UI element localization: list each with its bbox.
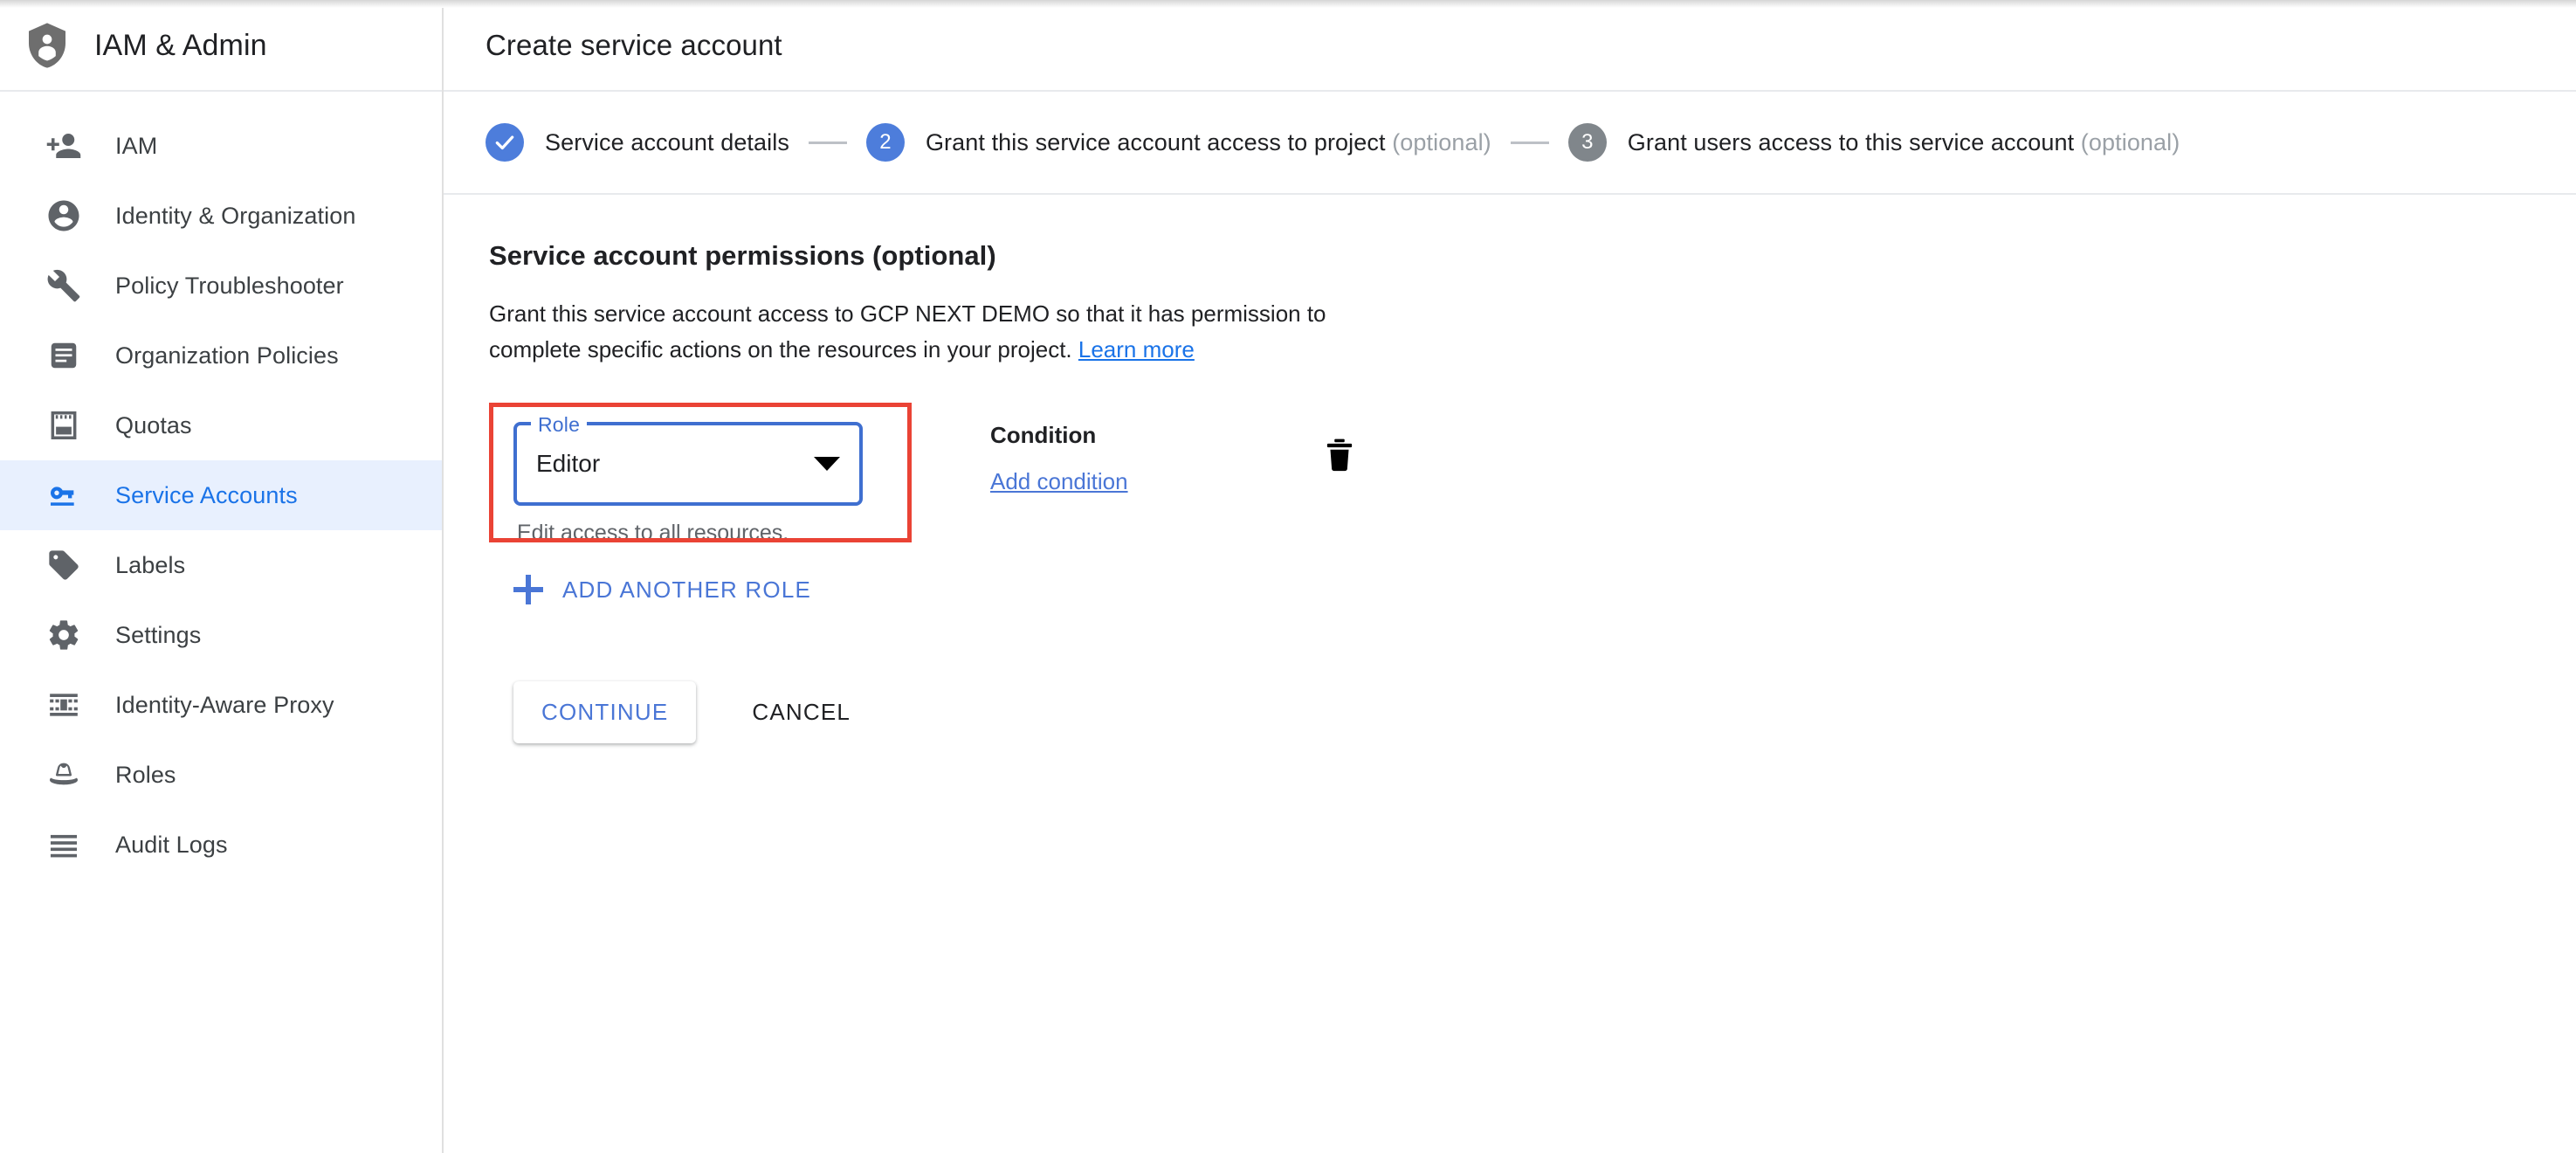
trash-icon[interactable] <box>1322 436 1357 476</box>
continue-button[interactable]: CONTINUE <box>513 681 697 743</box>
sidebar-item-organization-policies[interactable]: Organization Policies <box>0 321 442 390</box>
shield-person-icon <box>23 21 72 70</box>
role-select-label: Role <box>531 411 588 438</box>
section-description: Grant this service account access to GCP… <box>489 296 1353 368</box>
sidebar-item-label: Identity & Organization <box>115 202 356 229</box>
step-3-number: 3 <box>1567 123 1607 162</box>
step-separator-1 <box>808 141 847 144</box>
app-root: IAM & Admin IAM Identity & Organization <box>0 0 2576 1153</box>
sidebar-item-quotas[interactable]: Quotas <box>0 390 442 460</box>
step-1-check-icon <box>486 123 524 162</box>
sidebar-item-label: IAM <box>115 132 158 159</box>
section-description-text: Grant this service account access to GCP… <box>489 300 1326 362</box>
role-row: Role Editor Edit access to all resources… <box>489 403 2576 547</box>
sidebar-item-label: Service Accounts <box>115 481 298 508</box>
sidebar-item-label: Settings <box>115 621 202 648</box>
sidebar-nav: IAM Identity & Organization Policy Troub… <box>0 92 442 880</box>
delete-column <box>1287 403 1357 476</box>
sidebar-item-service-accounts[interactable]: Service Accounts <box>0 460 442 530</box>
sidebar: IAM & Admin IAM Identity & Organization <box>0 0 444 1153</box>
lines-icon <box>45 826 82 863</box>
sidebar-item-label: Policy Troubleshooter <box>115 272 344 299</box>
sidebar-item-label: Quotas <box>115 411 192 438</box>
add-condition-link[interactable]: Add condition <box>990 468 1128 494</box>
chevron-down-icon[interactable] <box>814 457 840 471</box>
step-1-label: Service account details <box>545 128 789 155</box>
condition-label: Condition <box>990 422 1097 448</box>
add-another-role-label: ADD ANOTHER ROLE <box>562 576 812 603</box>
main-content: Create service account Service account d… <box>444 0 2576 1153</box>
condition-column: Condition Add condition <box>912 403 1287 495</box>
page-header: Create service account <box>444 0 2576 92</box>
sidebar-item-label: Audit Logs <box>115 831 228 858</box>
add-another-role-button[interactable]: ADD ANOTHER ROLE <box>513 566 811 613</box>
role-field: Role Editor Edit access to all resources… <box>489 403 912 546</box>
gear-icon <box>45 617 82 653</box>
step-1[interactable]: Service account details <box>486 123 789 162</box>
sidebar-item-label: Roles <box>115 761 176 788</box>
role-helper-text: Edit access to all resources. <box>517 521 789 545</box>
step-2[interactable]: 2 Grant this service account access to p… <box>865 123 1491 162</box>
account-circle-icon <box>45 197 82 234</box>
person-add-icon <box>45 128 82 164</box>
role-select-value: Editor <box>536 450 601 477</box>
sidebar-item-identity-aware-proxy[interactable]: Identity-Aware Proxy <box>0 670 442 740</box>
permissions-section: Service account permissions (optional) G… <box>444 195 2576 743</box>
wrench-icon <box>45 267 82 304</box>
sidebar-item-label: Labels <box>115 551 186 578</box>
section-title: Service account permissions (optional) <box>489 240 996 271</box>
plus-icon <box>513 575 543 604</box>
step-2-number: 2 <box>865 123 905 162</box>
sidebar-item-labels[interactable]: Labels <box>0 530 442 600</box>
role-select[interactable]: Role Editor <box>513 411 863 506</box>
sidebar-item-iam[interactable]: IAM <box>0 111 442 181</box>
stepper: Service account details 2 Grant this ser… <box>444 92 2576 195</box>
step-3-optional: (optional) <box>2080 128 2180 155</box>
key-icon <box>45 477 82 514</box>
step-separator-2 <box>1510 141 1549 144</box>
step-2-label: Grant this service account access to pro… <box>926 129 1491 156</box>
step-2-text: Grant this service account access to pro… <box>925 128 1386 155</box>
fedora-hat-icon <box>45 756 82 793</box>
step-2-optional: (optional) <box>1392 128 1491 155</box>
learn-more-link[interactable]: Learn more <box>1078 336 1195 362</box>
proxy-icon <box>45 687 82 723</box>
list-document-icon <box>45 337 82 374</box>
label-tag-icon <box>45 547 82 583</box>
sidebar-item-audit-logs[interactable]: Audit Logs <box>0 810 442 880</box>
form-actions: CONTINUE CANCEL <box>513 681 2576 743</box>
page-title: Create service account <box>486 28 782 61</box>
quota-icon <box>45 407 82 444</box>
sidebar-item-label: Identity-Aware Proxy <box>115 691 334 718</box>
sidebar-header: IAM & Admin <box>0 0 442 92</box>
step-3[interactable]: 3 Grant users access to this service acc… <box>1567 123 2180 162</box>
sidebar-item-policy-troubleshooter[interactable]: Policy Troubleshooter <box>0 251 442 321</box>
cancel-button[interactable]: CANCEL <box>727 681 875 743</box>
step-3-label: Grant users access to this service accou… <box>1628 129 2180 156</box>
sidebar-item-identity-organization[interactable]: Identity & Organization <box>0 181 442 251</box>
sidebar-item-roles[interactable]: Roles <box>0 740 442 810</box>
sidebar-title: IAM & Admin <box>94 28 267 62</box>
step-3-text: Grant users access to this service accou… <box>1627 128 2075 155</box>
sidebar-item-label: Organization Policies <box>115 342 339 369</box>
sidebar-item-settings[interactable]: Settings <box>0 600 442 670</box>
